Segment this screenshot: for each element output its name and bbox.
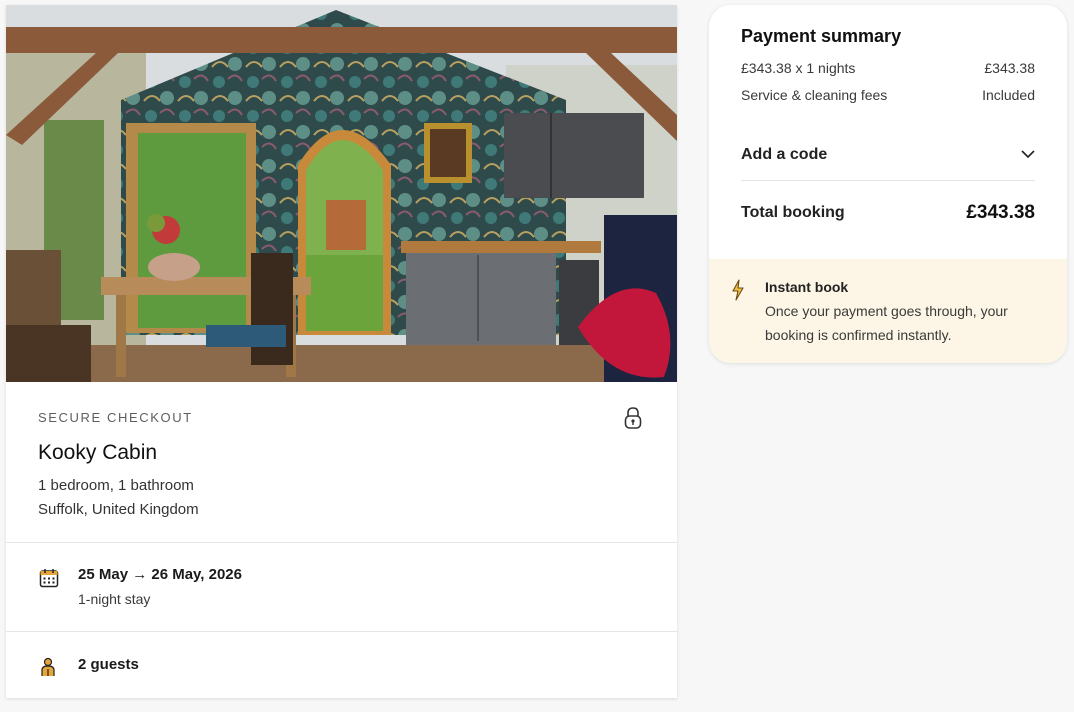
kitchen-dining-room-photo — [6, 5, 677, 382]
fees-line: Service & cleaning fees Included — [741, 87, 1035, 103]
calendar-icon — [39, 569, 59, 588]
fees-label: Service & cleaning fees — [741, 87, 888, 103]
lock-icon — [624, 407, 642, 429]
listing-photo — [6, 5, 677, 382]
instant-book-title: Instant book — [765, 279, 849, 295]
instant-book-banner: Instant book Once your payment goes thro… — [709, 259, 1067, 363]
property-name: Kooky Cabin — [38, 441, 158, 464]
secure-checkout-label: SECURE CHECKOUT — [38, 410, 193, 425]
checkout-header: SECURE CHECKOUT Kooky Cabin 1 bedroom, 1… — [6, 382, 677, 542]
total-value: £343.38 — [966, 201, 1035, 223]
guests-row: 2 guests — [6, 632, 677, 698]
total-label: Total booking — [741, 203, 845, 221]
payment-summary-title: Payment summary — [741, 26, 902, 46]
stay-dates: 25 May → 26 May, 2026 — [78, 566, 242, 583]
nightly-rate-label: £343.38 x 1 nights — [741, 60, 856, 76]
chevron-down-icon[interactable] — [1021, 150, 1035, 159]
property-location: Suffolk, United Kingdom — [38, 501, 199, 518]
property-rooms: 1 bedroom, 1 bathroom — [38, 477, 194, 494]
stay-dates-row: 25 May → 26 May, 2026 1-night stay — [6, 543, 677, 631]
nightly-rate-value: £343.38 — [984, 60, 1035, 76]
listing-card: SECURE CHECKOUT Kooky Cabin 1 bedroom, 1… — [6, 5, 677, 698]
total-row: Total booking £343.38 — [741, 181, 1035, 244]
fees-value: Included — [982, 87, 1035, 103]
payment-summary-card: Payment summary £343.38 x 1 nights £343.… — [709, 5, 1067, 363]
stay-length: 1-night stay — [78, 591, 151, 607]
lightning-icon — [732, 279, 744, 301]
instant-book-text: Once your payment goes through, your boo… — [765, 303, 1008, 343]
person-icon — [41, 657, 55, 676]
nightly-rate-line: £343.38 x 1 nights £343.38 — [741, 60, 1035, 76]
add-code-toggle[interactable]: Add a code — [741, 129, 1035, 181]
guest-count: 2 guests — [78, 656, 139, 673]
add-code-label: Add a code — [741, 145, 828, 163]
